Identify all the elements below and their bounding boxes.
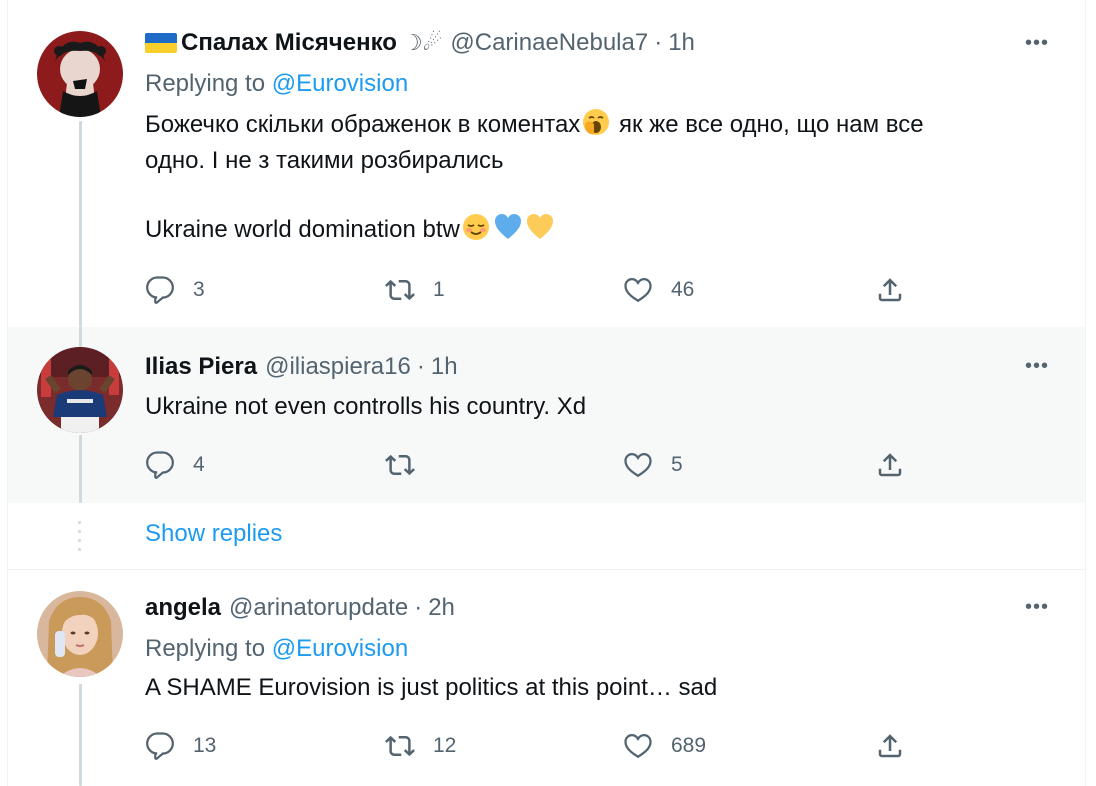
author-name[interactable]: Ilias Piera — [145, 352, 257, 382]
reply-count: 4 — [193, 453, 205, 476]
reply-button[interactable]: 4 — [145, 445, 205, 485]
share-icon — [878, 278, 902, 302]
tweet-text: A SHAME Eurovision is just politics at t… — [145, 674, 718, 701]
more-icon[interactable]: ••• — [1025, 596, 1049, 619]
like-count: 46 — [671, 278, 695, 301]
like-button[interactable]: 689 — [623, 726, 706, 766]
frame-border-right — [1085, 0, 1086, 786]
thread-line — [79, 435, 82, 503]
more-icon[interactable]: ••• — [1025, 32, 1049, 55]
replying-prefix: Replying to — [145, 70, 266, 97]
reply-icon — [146, 732, 174, 760]
avatar[interactable] — [37, 31, 123, 117]
name-decoration: ☽☄ — [402, 30, 443, 55]
like-icon — [624, 452, 652, 478]
like-button[interactable]: 46 — [623, 270, 694, 310]
retweet-icon — [385, 454, 415, 476]
more-icon[interactable]: ••• — [1025, 355, 1049, 378]
thread-line — [79, 121, 82, 327]
avatar[interactable] — [37, 591, 123, 677]
retweet-icon — [385, 279, 415, 301]
like-icon — [624, 733, 652, 759]
reply-button[interactable]: 13 — [145, 726, 216, 766]
tweet-actions: 4 5 — [145, 445, 925, 485]
thread-dots — [78, 521, 82, 557]
like-button[interactable]: 5 — [623, 445, 683, 485]
blue-heart-icon — [494, 214, 521, 239]
like-count: 5 — [671, 453, 683, 476]
tweet[interactable]: Спалах Місяченко ☽☄ @CarinaeNebula7 · 1h… — [8, 0, 1085, 327]
tweet-text-line: Божечко скільки ображенок в коментах як … — [145, 107, 924, 143]
author-handle[interactable]: @CarinaeNebula7 — [450, 28, 648, 58]
share-icon — [878, 453, 902, 477]
retweet-icon — [385, 735, 415, 757]
replying-to: Replying to @Eurovision — [145, 634, 408, 664]
reply-icon — [146, 276, 174, 304]
retweet-button[interactable]: 1 — [385, 270, 445, 310]
author-name[interactable]: Спалах Місяченко — [181, 28, 397, 58]
share-button[interactable] — [875, 726, 905, 766]
author-handle[interactable]: @iliaspiera16 — [265, 352, 411, 382]
avatar[interactable] — [37, 347, 123, 433]
author-handle[interactable]: @arinatorupdate — [229, 593, 408, 623]
replying-to: Replying to @Eurovision — [145, 69, 408, 99]
mention-link[interactable]: @Eurovision — [272, 635, 408, 662]
share-button[interactable] — [875, 445, 905, 485]
separator: · — [654, 29, 663, 56]
reply-count: 3 — [193, 278, 205, 301]
tweet-header: Ilias Piera @iliaspiera16 · 1h — [145, 352, 458, 382]
like-icon — [624, 277, 652, 303]
reply-count: 13 — [193, 734, 217, 757]
timestamp[interactable]: 2h — [428, 593, 455, 623]
tweet-actions: 3 1 46 — [145, 270, 925, 310]
thread-line — [79, 684, 82, 786]
text-segment: як же все одно, що нам все — [618, 111, 924, 138]
retweet-button[interactable] — [385, 445, 433, 485]
replying-prefix: Replying to — [145, 635, 266, 662]
share-icon — [878, 734, 902, 758]
thread-line — [79, 327, 82, 347]
show-replies-link[interactable]: Show replies — [145, 519, 282, 549]
mention-link[interactable]: @Eurovision — [272, 70, 408, 97]
yellow-heart-icon — [526, 214, 553, 239]
tweet-header: angela @arinatorupdate · 2h — [145, 593, 455, 623]
tweet[interactable]: angela @arinatorupdate · 2h ••• Replying… — [8, 570, 1085, 786]
show-replies-row[interactable]: Show replies — [8, 503, 1085, 570]
relieved-face-icon — [462, 214, 489, 240]
yawning-face-icon — [583, 109, 610, 135]
author-name[interactable]: angela — [145, 593, 221, 623]
tweet-text-line: одно. І не з такими розбирались — [145, 147, 504, 174]
tweet-text: Ukraine not even controlls his country. … — [145, 393, 587, 420]
reply-button[interactable]: 3 — [145, 270, 205, 310]
timestamp[interactable]: 1h — [668, 28, 695, 58]
timestamp[interactable]: 1h — [431, 352, 458, 382]
like-count: 689 — [671, 734, 707, 757]
retweet-count: 1 — [433, 278, 445, 301]
tweet-actions: 13 12 689 — [145, 726, 925, 766]
share-button[interactable] — [875, 270, 905, 310]
separator: · — [416, 353, 425, 380]
retweet-button[interactable]: 12 — [385, 726, 456, 766]
reply-icon — [146, 451, 174, 479]
retweet-count: 12 — [433, 734, 457, 757]
tweet-header: Спалах Місяченко ☽☄ @CarinaeNebula7 · 1h — [145, 28, 695, 58]
text-segment: Божечко скільки ображенок в коментах — [145, 111, 581, 138]
ukraine-flag-icon — [145, 33, 177, 53]
separator: · — [414, 594, 423, 621]
text-segment: Ukraine world domination btw — [145, 216, 460, 243]
tweet-text-line: Ukraine world domination btw — [145, 212, 556, 248]
tweet[interactable]: Ilias Piera @iliaspiera16 · 1h ••• Ukrai… — [8, 327, 1085, 503]
